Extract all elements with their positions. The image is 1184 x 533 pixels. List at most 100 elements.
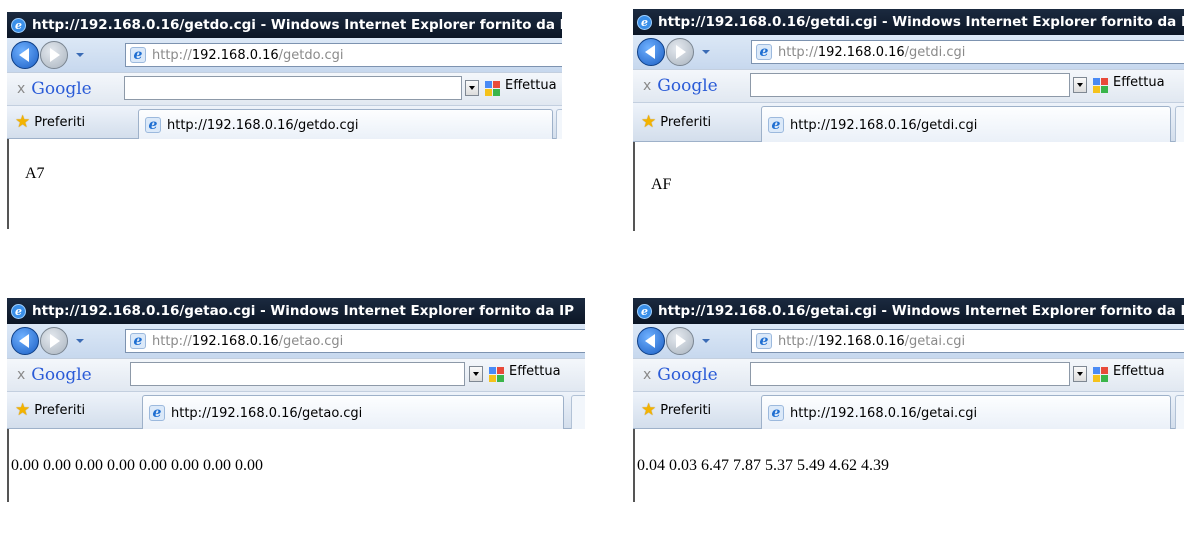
address-path: /getdo.cgi: [278, 47, 344, 63]
favorites-button[interactable]: Preferiti: [34, 115, 85, 130]
favorites-bar: ★ Preferiti e http://192.168.0.16/getdi.…: [633, 102, 1184, 143]
google-logo-text: Google: [657, 365, 718, 385]
forward-arrow-icon: [676, 45, 686, 59]
tab-page-icon: e: [149, 405, 165, 421]
tab-page-icon: e: [768, 405, 784, 421]
address-scheme: http://: [778, 44, 818, 60]
forward-button[interactable]: [666, 327, 694, 355]
window-title: http://192.168.0.16/getao.cgi - Windows …: [32, 303, 575, 319]
browser-tab[interactable]: e http://192.168.0.16/getai.cgi: [761, 395, 1171, 430]
title-bar: e http://192.168.0.16/getai.cgi - Window…: [633, 298, 1184, 324]
ie-window-getdi: e http://192.168.0.16/getdi.cgi - Window…: [633, 9, 1184, 264]
search-button-label[interactable]: Effettua: [505, 78, 557, 93]
favorites-bar: ★ Preferiti e http://192.168.0.16/getdo.…: [7, 105, 562, 140]
search-dropdown-button[interactable]: [469, 366, 483, 382]
favorites-bar: ★ Preferiti e http://192.168.0.16/getao.…: [7, 391, 585, 430]
page-icon: e: [130, 47, 146, 63]
back-button[interactable]: [11, 41, 39, 69]
window-border: [7, 429, 9, 502]
history-dropdown-icon[interactable]: [702, 339, 710, 343]
address-host: 192.168.0.16: [817, 44, 905, 60]
ie-logo-icon: e: [637, 303, 652, 319]
forward-arrow-icon: [50, 48, 60, 62]
search-dropdown-button[interactable]: [465, 80, 479, 96]
back-button[interactable]: [637, 327, 665, 355]
history-dropdown-icon[interactable]: [76, 53, 84, 57]
back-arrow-icon: [645, 45, 655, 59]
new-tab-button[interactable]: [571, 395, 585, 430]
chevron-down-icon: [469, 86, 475, 90]
google-search-icon[interactable]: [1093, 78, 1109, 94]
favorites-star-icon[interactable]: ★: [15, 112, 30, 132]
forward-button[interactable]: [666, 38, 694, 66]
window-border: [7, 139, 9, 229]
google-logo-text: Google: [657, 76, 718, 96]
close-toolbar-icon[interactable]: x: [643, 367, 651, 383]
back-arrow-icon: [645, 334, 655, 348]
search-dropdown-button[interactable]: [1073, 366, 1087, 382]
history-dropdown-icon[interactable]: [76, 339, 84, 343]
address-host: 192.168.0.16: [191, 333, 279, 349]
address-bar[interactable]: e http://192.168.0.16/getdi.cgi: [751, 40, 1184, 64]
browser-tab[interactable]: e http://192.168.0.16/getao.cgi: [142, 395, 564, 430]
window-border: [633, 429, 635, 502]
navigation-bar: e http://192.168.0.16/getao.cgi: [7, 324, 585, 358]
address-path: /getai.cgi: [904, 333, 966, 349]
google-search-input[interactable]: [750, 362, 1070, 386]
window-title: http://192.168.0.16/getdo.cgi - Windows …: [32, 17, 562, 33]
page-icon: e: [756, 44, 772, 60]
search-dropdown-button[interactable]: [1073, 77, 1087, 93]
page-icon: e: [130, 333, 146, 349]
search-button-label[interactable]: Effettua: [509, 364, 561, 379]
new-tab-button[interactable]: [556, 109, 562, 140]
close-toolbar-icon[interactable]: x: [643, 78, 651, 94]
window-title: http://192.168.0.16/getai.cgi - Windows …: [658, 303, 1184, 319]
search-button-label[interactable]: Effettua: [1113, 75, 1165, 90]
chevron-down-icon: [1077, 372, 1083, 376]
new-tab-button[interactable]: [1175, 395, 1184, 430]
address-path: /getdi.cgi: [904, 44, 966, 60]
address-scheme: http://: [778, 333, 818, 349]
favorites-star-icon[interactable]: ★: [641, 400, 656, 420]
google-search-input[interactable]: [124, 76, 462, 100]
google-search-input[interactable]: [750, 73, 1070, 97]
address-scheme: http://: [152, 47, 192, 63]
address-bar[interactable]: e http://192.168.0.16/getai.cgi: [751, 329, 1184, 353]
google-logo: Google: [31, 79, 91, 99]
address-bar[interactable]: e http://192.168.0.16/getdo.cgi: [125, 43, 562, 67]
browser-tab[interactable]: e http://192.168.0.16/getdi.cgi: [761, 106, 1171, 143]
google-search-icon[interactable]: [489, 367, 505, 383]
favorites-star-icon[interactable]: ★: [15, 400, 30, 420]
google-search-input[interactable]: [130, 362, 465, 386]
address-bar[interactable]: e http://192.168.0.16/getao.cgi: [125, 329, 585, 353]
favorites-button[interactable]: Preferiti: [34, 403, 85, 418]
forward-arrow-icon: [50, 334, 60, 348]
forward-button[interactable]: [40, 41, 68, 69]
back-button[interactable]: [11, 327, 39, 355]
google-search-icon[interactable]: [1093, 367, 1109, 383]
back-button[interactable]: [637, 38, 665, 66]
favorites-button[interactable]: Preferiti: [660, 115, 711, 130]
history-dropdown-icon[interactable]: [702, 50, 710, 54]
page-content: AF: [633, 142, 1184, 231]
close-toolbar-icon[interactable]: x: [17, 81, 25, 97]
favorites-star-icon[interactable]: ★: [641, 112, 656, 132]
page-text: AF: [651, 176, 672, 193]
search-button-label[interactable]: Effettua: [1113, 364, 1165, 379]
forward-button[interactable]: [40, 327, 68, 355]
ie-logo-icon: e: [11, 303, 26, 319]
back-arrow-icon: [19, 48, 29, 62]
browser-tab[interactable]: e http://192.168.0.16/getdo.cgi: [138, 109, 553, 140]
navigation-bar: e http://192.168.0.16/getdi.cgi: [633, 35, 1184, 69]
tab-label: http://192.168.0.16/getdi.cgi: [790, 117, 978, 133]
close-toolbar-icon[interactable]: x: [17, 367, 25, 383]
title-bar: e http://192.168.0.16/getao.cgi - Window…: [7, 298, 585, 324]
page-text: 0.04 0.03 6.47 7.87 5.37 5.49 4.62 4.39: [637, 457, 889, 474]
new-tab-button[interactable]: [1175, 106, 1184, 143]
google-search-icon[interactable]: [485, 81, 501, 97]
address-scheme: http://: [152, 333, 192, 349]
page-content: A7: [7, 139, 562, 229]
ie-logo-icon: e: [11, 17, 26, 33]
favorites-button[interactable]: Preferiti: [660, 403, 711, 418]
ie-window-getao: e http://192.168.0.16/getao.cgi - Window…: [7, 298, 585, 533]
